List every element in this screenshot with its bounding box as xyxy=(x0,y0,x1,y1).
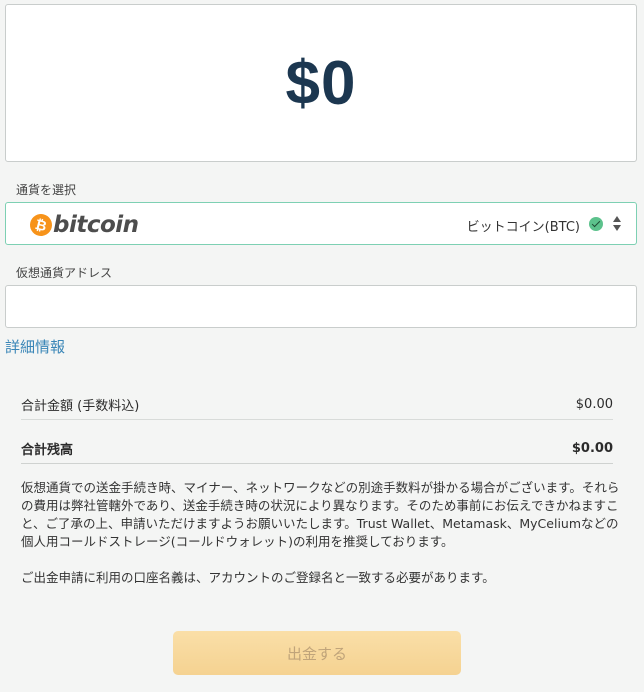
withdrawal-page: $0 通貨を選択 ₿ bitcoin ビットコイン(BTC) 仮想通貨アドレス … xyxy=(0,0,644,692)
bitcoin-logo-text: bitcoin xyxy=(53,212,139,238)
total-balance-value: $0.00 xyxy=(571,441,613,456)
bitcoin-logo: ₿ bitcoin xyxy=(27,211,139,239)
sort-arrows-icon xyxy=(612,215,622,233)
account-name-notice: ご出金申請に利用の口座名義は、アカウントのご登録名と一致する必要があります。 xyxy=(21,570,495,585)
check-circle-icon xyxy=(589,217,603,231)
currency-select[interactable]: ₿ bitcoin ビットコイン(BTC) xyxy=(5,202,637,245)
amount-display: $0 xyxy=(5,4,637,162)
amount-value: $0 xyxy=(285,48,357,118)
total-amount-row: 合計金額 (手数料込) $0.00 xyxy=(21,390,613,420)
fee-notice: 仮想通貨での送金手続き時、マイナー、ネットワークなどの別途手数料が掛かる場合がご… xyxy=(21,479,621,587)
crypto-address-input[interactable] xyxy=(5,285,637,328)
total-amount-value: $0.00 xyxy=(575,397,613,412)
total-amount-label: 合計金額 (手数料込) xyxy=(21,399,140,414)
details-link[interactable]: 詳細情報 xyxy=(5,336,65,357)
bitcoin-logo-icon: ₿ xyxy=(27,211,55,239)
crypto-address-label: 仮想通貨アドレス xyxy=(16,266,113,280)
currency-select-label: 通貨を選択 xyxy=(16,183,77,197)
total-balance-label: 合計残高 xyxy=(21,443,74,458)
selected-currency-name: ビットコイン(BTC) xyxy=(466,220,580,235)
withdraw-button[interactable]: 出金する xyxy=(173,631,461,675)
fee-notice-paragraph: 仮想通貨での送金手続き時、マイナー、ネットワークなどの別途手数料が掛かる場合がご… xyxy=(21,480,620,549)
total-balance-row: 合計残高 $0.00 xyxy=(21,434,613,464)
